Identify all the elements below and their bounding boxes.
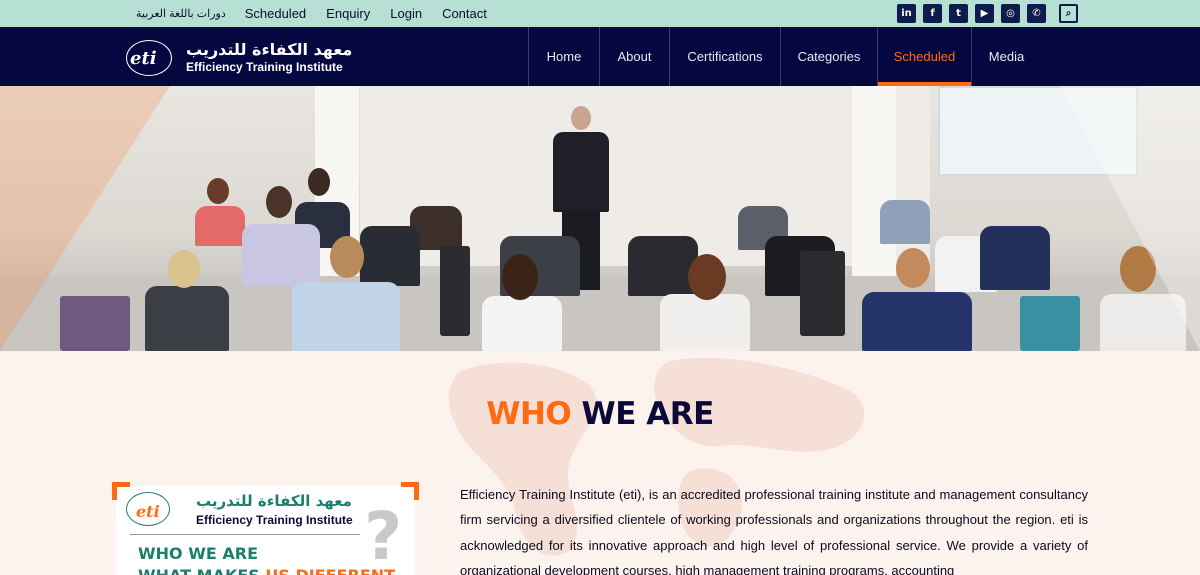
chair bbox=[800, 251, 845, 336]
audience-member bbox=[660, 294, 750, 351]
audience-member bbox=[242, 224, 320, 286]
site-logo[interactable]: eti معهد الكفاءة للتدريب Efficiency Trai… bbox=[126, 40, 354, 78]
youtube-icon[interactable]: ▶ bbox=[975, 4, 994, 23]
audience-head bbox=[330, 236, 364, 278]
about-paragraph: Efficiency Training Institute (eti), is … bbox=[460, 487, 1088, 575]
linkedin-icon[interactable]: in bbox=[897, 4, 916, 23]
top-links: دورات باللغة العربية Scheduled Enquiry L… bbox=[136, 0, 507, 27]
audience-head bbox=[502, 254, 538, 300]
main-nav: Home About Certifications Categories Sch… bbox=[528, 27, 1041, 86]
card-title: WHO WE ARE bbox=[138, 544, 258, 563]
audience-member bbox=[482, 296, 562, 351]
audience-member bbox=[360, 226, 420, 286]
section-heading: WHO WE ARE bbox=[0, 396, 1200, 432]
audience-head bbox=[266, 186, 292, 218]
audience-member bbox=[628, 236, 698, 296]
audience-head bbox=[688, 254, 726, 300]
card-subtitle-part-1: WHAT MAKES bbox=[138, 566, 265, 575]
speaker-head bbox=[571, 106, 591, 130]
audience-head bbox=[207, 178, 229, 204]
twitter-icon[interactable]: t bbox=[949, 4, 968, 23]
heading-word-we-are: WE ARE bbox=[581, 396, 715, 432]
card-logo-arabic: معهد الكفاءة للتدريب bbox=[196, 492, 352, 510]
hero-column bbox=[852, 86, 896, 286]
heading-word-who: WHO bbox=[486, 396, 572, 432]
enquiry-link[interactable]: Enquiry bbox=[326, 6, 370, 21]
search-icon[interactable]: ⌕ bbox=[1059, 4, 1078, 23]
top-bar: دورات باللغة العربية Scheduled Enquiry L… bbox=[0, 0, 1200, 27]
card-logo-english: Efficiency Training Institute bbox=[196, 513, 353, 527]
nav-scheduled[interactable]: Scheduled bbox=[877, 27, 971, 86]
logo-mark: eti bbox=[130, 48, 157, 69]
card-subtitle: WHAT MAKES US DIFFERENT bbox=[138, 566, 395, 575]
login-link[interactable]: Login bbox=[390, 6, 422, 21]
audience-member bbox=[880, 200, 930, 244]
audience-head bbox=[896, 248, 930, 288]
instagram-icon[interactable]: ◎ bbox=[1001, 4, 1020, 23]
nav-home[interactable]: Home bbox=[528, 27, 599, 86]
question-mark-icon: ? bbox=[364, 498, 403, 575]
nav-about[interactable]: About bbox=[599, 27, 669, 86]
contact-link[interactable]: Contact bbox=[442, 6, 487, 21]
card-corner bbox=[112, 482, 130, 500]
who-we-are-card[interactable]: eti معهد الكفاءة للتدريب Efficiency Trai… bbox=[112, 482, 419, 575]
audience-head bbox=[168, 250, 200, 288]
logo-english: Efficiency Training Institute bbox=[186, 60, 343, 74]
audience-member bbox=[980, 226, 1050, 290]
nav-media[interactable]: Media bbox=[971, 27, 1041, 86]
chair bbox=[440, 246, 470, 336]
card-divider bbox=[130, 534, 360, 535]
arabic-courses-link[interactable]: دورات باللغة العربية bbox=[136, 7, 226, 20]
card-corner bbox=[401, 482, 419, 500]
logo-arabic: معهد الكفاءة للتدريب bbox=[186, 40, 353, 59]
nav-categories[interactable]: Categories bbox=[780, 27, 877, 86]
scheduled-link[interactable]: Scheduled bbox=[245, 6, 306, 21]
audience-member bbox=[292, 282, 400, 351]
audience-member bbox=[195, 206, 245, 246]
social-icons: in f t ▶ ◎ ✆ ⌕ bbox=[897, 4, 1085, 23]
hero-overlay-right bbox=[1060, 86, 1200, 351]
speaker-body bbox=[553, 132, 609, 212]
card-logo-mark: eti bbox=[136, 502, 160, 521]
hero-overlay-left bbox=[0, 86, 170, 351]
whatsapp-icon[interactable]: ✆ bbox=[1027, 4, 1046, 23]
hero-image bbox=[0, 86, 1200, 351]
nav-certifications[interactable]: Certifications bbox=[669, 27, 780, 86]
audience-member bbox=[862, 292, 972, 351]
facebook-icon[interactable]: f bbox=[923, 4, 942, 23]
audience-head bbox=[308, 168, 330, 196]
